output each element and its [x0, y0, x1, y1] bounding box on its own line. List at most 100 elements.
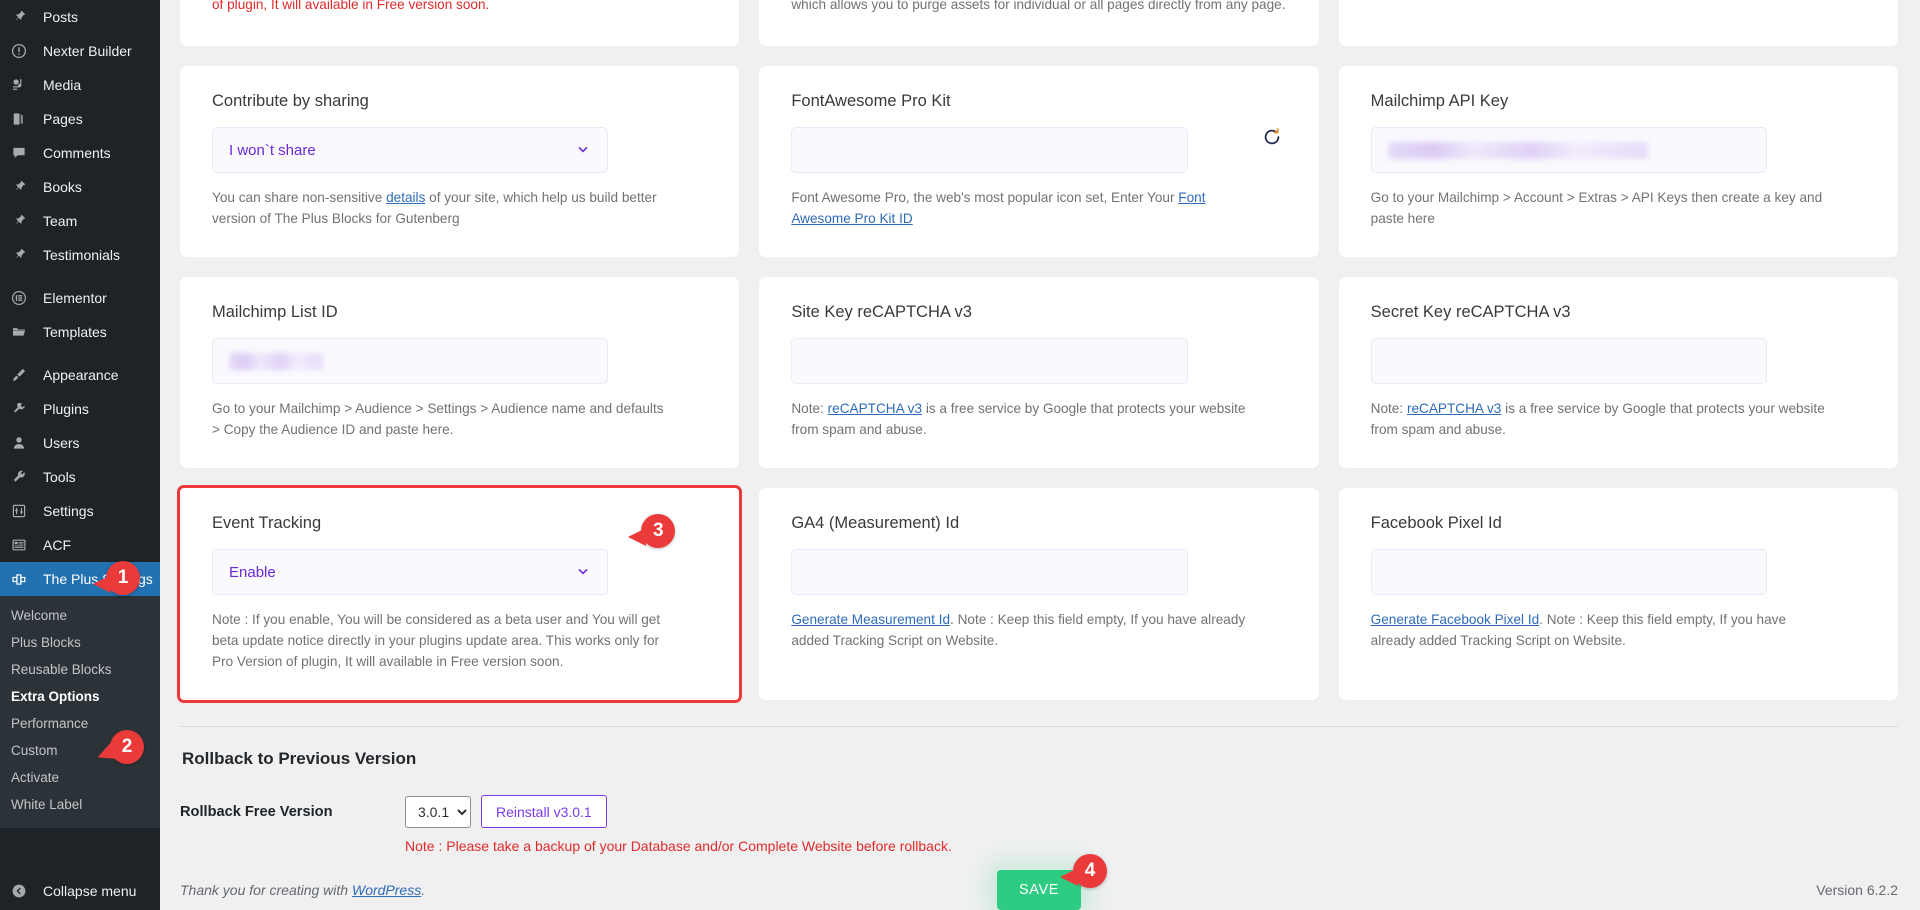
sidebar-item-appearance[interactable]: Appearance — [0, 358, 160, 392]
sidebar-item-users[interactable]: Users — [0, 426, 160, 460]
contribute-help-pre: You can share non-sensitive — [212, 190, 387, 205]
collapse-arrow-icon — [11, 883, 35, 899]
secretkey-title: Secret Key reCAPTCHA v3 — [1370, 303, 1571, 322]
admin-footer: Thank you for creating with WordPress. V… — [180, 882, 1898, 898]
mailchimp-api-title: Mailchimp API Key — [1370, 92, 1509, 110]
sidebar-item-testimonials[interactable]: Testimonials — [0, 238, 160, 272]
sliders-icon — [11, 503, 35, 519]
card-secret-key-recaptcha: Secret Key reCAPTCHA v3 Note: reCAPTCHA … — [1338, 277, 1898, 469]
sidebar-item-elementor[interactable]: Elementor — [0, 281, 160, 315]
sidebar-item-label: Pages — [43, 111, 83, 127]
submenu-item-extra-options[interactable]: Extra Options — [0, 683, 160, 710]
sidebar-item-books[interactable]: Books — [0, 170, 160, 204]
sidebar-item-label: Nexter Builder — [43, 43, 132, 59]
card-partial-left: of plugin, It will available in Free ver… — [180, 0, 740, 46]
admin-sidebar: Posts Nexter Builder Media Pages Comment… — [0, 0, 160, 910]
mailchimp-list-input[interactable] — [212, 338, 609, 385]
cards-grid-row-1: Contribute by sharing I won`t share You … — [180, 66, 1898, 258]
user-icon — [11, 435, 35, 451]
sidebar-item-media[interactable]: Media — [0, 68, 160, 102]
sidebar-item-comments[interactable]: Comments — [0, 136, 160, 170]
callout-badge-1-number: 1 — [117, 567, 129, 588]
sidebar-item-label: Posts — [43, 9, 79, 25]
chevron-down-icon — [575, 141, 591, 160]
rollback-version-select[interactable]: 3.0.1 — [405, 795, 471, 828]
ga4-title: GA4 (Measurement) Id — [791, 514, 960, 533]
partial-left-help: of plugin, It will available in Free ver… — [212, 0, 490, 12]
mailchimp-list-title: Mailchimp List ID — [212, 303, 338, 322]
mailchimp-list-help: Go to your Mailchimp > Audience > Settin… — [212, 401, 664, 438]
card-partial-mid: which allows you to purge assets for ind… — [759, 0, 1319, 46]
sidebar-item-acf[interactable]: ACF — [0, 528, 160, 562]
generate-facebook-pixel-id-link[interactable]: Generate Facebook Pixel Id — [1371, 612, 1540, 627]
recaptcha-v3-link[interactable]: reCAPTCHA v3 — [828, 401, 922, 416]
submenu-item-welcome[interactable]: Welcome — [0, 602, 160, 629]
pin-icon — [11, 213, 35, 229]
plug-icon — [11, 401, 35, 417]
sidebar-item-nexter-builder[interactable]: Nexter Builder — [0, 34, 160, 68]
contribute-details-link[interactable]: details — [386, 190, 425, 205]
submenu-item-plus-blocks[interactable]: Plus Blocks — [0, 629, 160, 656]
secretkey-input[interactable] — [1370, 338, 1767, 385]
submenu-item-reusable-blocks[interactable]: Reusable Blocks — [0, 656, 160, 683]
mailchimp-api-help: Go to your Mailchimp > Account > Extras … — [1370, 190, 1823, 227]
contribute-selected-value: I won`t share — [229, 141, 316, 159]
callout-badge-2-number: 2 — [121, 736, 133, 757]
sidebar-item-tools[interactable]: Tools — [0, 460, 160, 494]
wordpress-link[interactable]: WordPress — [352, 882, 421, 898]
event-tracking-select[interactable]: Enable — [212, 549, 609, 596]
reinstall-button[interactable]: Reinstall v3.0.1 — [481, 795, 607, 829]
sidebar-item-label: Appearance — [43, 367, 119, 383]
facebook-pixel-help: Generate Facebook Pixel Id. Note : Keep … — [1371, 609, 1827, 651]
callout-badge-4-number: 4 — [1084, 860, 1096, 882]
sidebar-item-label: Team — [43, 213, 78, 229]
rollback-note: Note : Please take a backup of your Data… — [405, 838, 952, 855]
secretkey-help-pre: Note: — [1370, 401, 1407, 417]
pin-icon — [11, 9, 35, 25]
footer-version: Version 6.2.2 — [1816, 882, 1898, 898]
cards-grid-row-3: Event Tracking Enable Note : If you enab… — [176, 485, 1898, 704]
sitekey-help: Note: reCAPTCHA v3 is a free service by … — [791, 398, 1247, 440]
sidebar-item-posts[interactable]: Posts — [0, 0, 160, 34]
sidebar-item-plugins[interactable]: Plugins — [0, 392, 160, 426]
collapse-menu-button[interactable]: Collapse menu — [0, 872, 160, 910]
footer-thanks-post: . — [421, 882, 426, 898]
sitekey-title: Site Key reCAPTCHA v3 — [791, 303, 972, 322]
sidebar-item-label: ACF — [43, 537, 71, 553]
sidebar-item-label: Media — [43, 77, 82, 93]
sidebar-item-team[interactable]: Team — [0, 204, 160, 238]
sidebar-item-pages[interactable]: Pages — [0, 102, 160, 136]
sidebar-item-templates[interactable]: Templates — [0, 315, 160, 349]
sidebar-divider — [0, 272, 160, 281]
collapse-menu-label: Collapse menu — [43, 883, 137, 899]
fontawesome-input[interactable] — [791, 127, 1188, 173]
card-fontawesome-pro-kit: FontAwesome Pro Kit Font Awesome Pro, th… — [759, 66, 1319, 258]
folder-icon — [11, 324, 35, 340]
mailchimp-api-input[interactable] — [1370, 127, 1767, 173]
ga4-input[interactable] — [791, 549, 1188, 596]
facebook-pixel-title: Facebook Pixel Id — [1370, 514, 1502, 533]
main-content: of plugin, It will available in Free ver… — [160, 0, 1920, 910]
submenu-item-white-label[interactable]: White Label — [0, 791, 160, 818]
cards-grid-row-partial: of plugin, It will available in Free ver… — [180, 0, 1898, 46]
rollback-row: Rollback Free Version 3.0.1 Reinstall v3… — [180, 795, 1898, 829]
comments-icon — [11, 145, 35, 161]
fontawesome-help-pre: Font Awesome Pro, the web's most popular… — [791, 190, 1179, 205]
pin-icon — [11, 179, 35, 195]
generate-measurement-id-link[interactable]: Generate Measurement Id — [791, 612, 950, 627]
recaptcha-v3-link[interactable]: reCAPTCHA v3 — [1407, 401, 1501, 416]
callout-badge-2: 2 — [110, 730, 144, 764]
sidebar-item-settings[interactable]: Settings — [0, 494, 160, 528]
facebook-pixel-input[interactable] — [1370, 549, 1767, 596]
sitekey-input[interactable] — [791, 338, 1188, 385]
card-mailchimp-api-key: Mailchimp API Key Go to your Mailchimp >… — [1338, 66, 1898, 258]
contribute-select[interactable]: I won`t share — [212, 127, 609, 173]
mailchimp-list-redacted-value — [229, 352, 324, 370]
nexter-icon — [11, 43, 35, 59]
card-contribute-by-sharing: Contribute by sharing I won`t share You … — [180, 66, 740, 258]
ga4-help: Generate Measurement Id. Note : Keep thi… — [791, 609, 1247, 651]
refresh-icon[interactable] — [1259, 124, 1285, 150]
submenu-item-activate[interactable]: Activate — [0, 764, 160, 791]
sidebar-item-label: Templates — [43, 324, 107, 340]
rollback-label: Rollback Free Version — [180, 803, 333, 820]
